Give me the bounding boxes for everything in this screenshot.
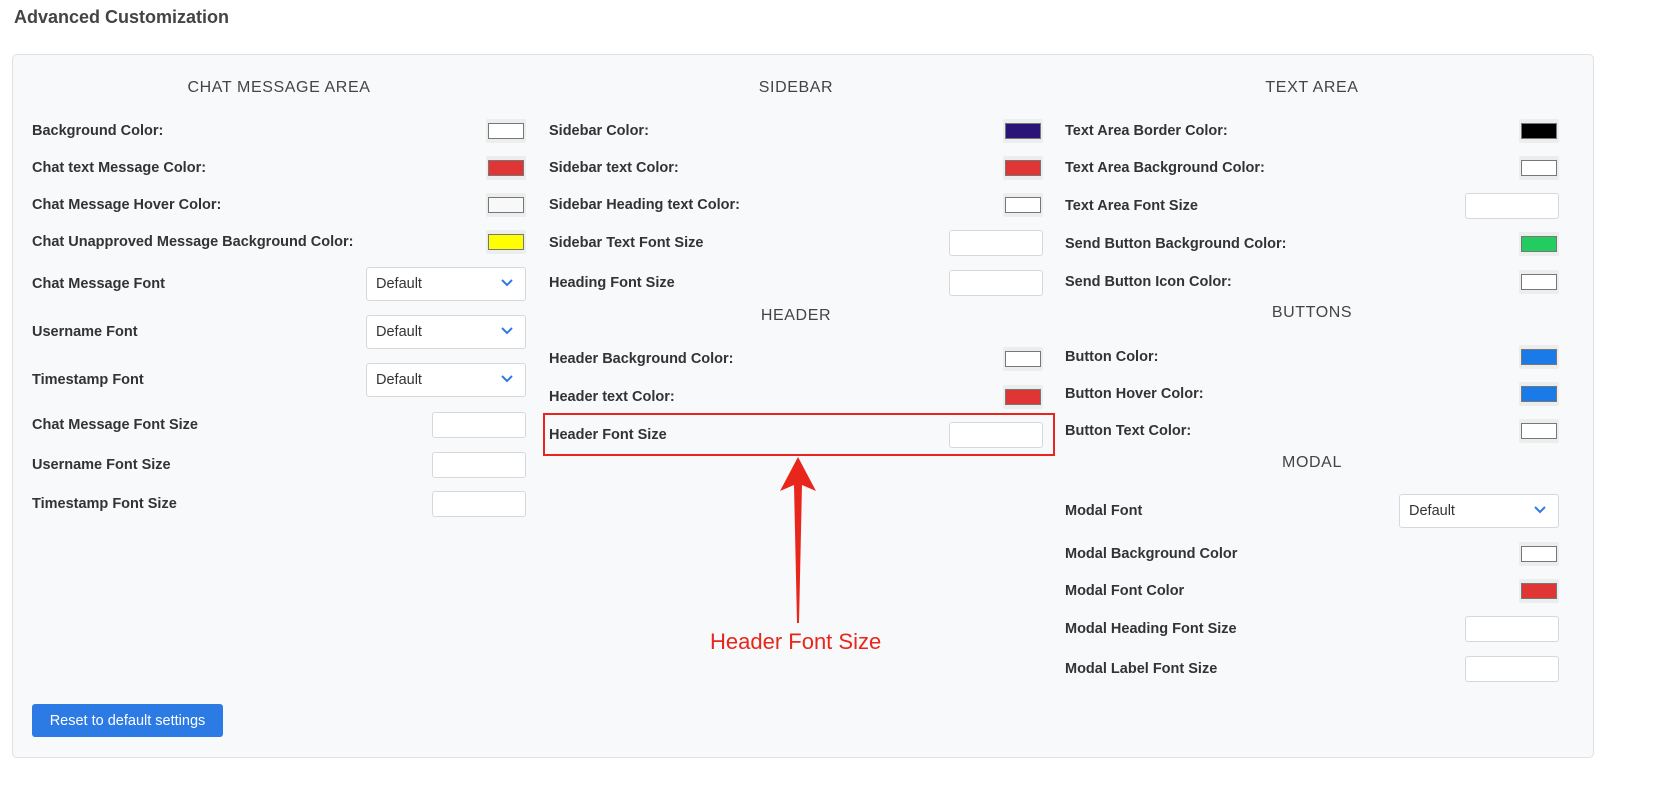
setting-label: Username Font Size bbox=[32, 457, 171, 473]
color-picker[interactable] bbox=[1003, 156, 1043, 180]
color-picker[interactable] bbox=[1003, 119, 1043, 143]
font-select[interactable]: Default bbox=[366, 315, 526, 349]
chevron-down-icon bbox=[501, 375, 513, 383]
color-swatch bbox=[488, 123, 524, 139]
font-size-input[interactable] bbox=[1465, 193, 1559, 219]
color-picker[interactable] bbox=[1519, 419, 1559, 443]
setting-label: Sidebar Text Font Size bbox=[549, 235, 704, 251]
setting-label: Text Area Background Color: bbox=[1065, 160, 1265, 176]
color-swatch bbox=[1521, 546, 1557, 562]
font-size-input[interactable] bbox=[432, 491, 526, 517]
setting-label: Modal Heading Font Size bbox=[1065, 621, 1237, 637]
color-picker[interactable] bbox=[1003, 385, 1043, 409]
setting-label: Modal Font Color bbox=[1065, 583, 1185, 599]
setting-label: Chat text Message Color: bbox=[32, 160, 207, 176]
annotation-label: Header Font Size bbox=[710, 629, 882, 654]
color-swatch bbox=[488, 197, 524, 213]
section-heading-sidebar: SIDEBAR bbox=[758, 79, 834, 96]
color-picker[interactable] bbox=[1519, 156, 1559, 180]
arrow-up-icon bbox=[780, 457, 816, 623]
section-heading-modal: MODAL bbox=[1282, 454, 1342, 471]
setting-label: Heading Font Size bbox=[549, 275, 675, 291]
color-picker[interactable] bbox=[486, 193, 526, 217]
font-size-input[interactable] bbox=[949, 230, 1043, 256]
setting-label: Modal Label Font Size bbox=[1065, 661, 1218, 677]
color-picker[interactable] bbox=[1519, 119, 1559, 143]
color-picker[interactable] bbox=[486, 230, 526, 254]
color-swatch bbox=[1521, 386, 1557, 402]
color-picker[interactable] bbox=[486, 156, 526, 180]
font-size-input[interactable] bbox=[432, 452, 526, 478]
setting-label: Timestamp Font Size bbox=[32, 496, 177, 512]
select-value: Default bbox=[376, 372, 422, 388]
font-select[interactable]: Default bbox=[1399, 494, 1559, 528]
color-swatch bbox=[1521, 423, 1557, 439]
select-value: Default bbox=[1409, 503, 1455, 519]
setting-label: Modal Background Color bbox=[1065, 546, 1238, 562]
setting-label: Timestamp Font bbox=[32, 372, 144, 388]
font-size-input[interactable] bbox=[1465, 656, 1559, 682]
section-heading-text-area: TEXT AREA bbox=[1265, 79, 1359, 96]
setting-label: Button Color: bbox=[1065, 349, 1159, 365]
color-swatch bbox=[1521, 123, 1557, 139]
color-swatch bbox=[1005, 351, 1041, 367]
color-picker[interactable] bbox=[1003, 193, 1043, 217]
color-picker[interactable] bbox=[1519, 232, 1559, 256]
highlight-box bbox=[543, 413, 1055, 456]
color-picker[interactable] bbox=[486, 119, 526, 143]
section-heading-buttons: BUTTONS bbox=[1271, 304, 1353, 321]
setting-label: Button Text Color: bbox=[1065, 423, 1192, 439]
font-select[interactable]: Default bbox=[366, 363, 526, 397]
color-swatch bbox=[1005, 123, 1041, 139]
color-picker[interactable] bbox=[1519, 345, 1559, 369]
setting-label: Header text Color: bbox=[549, 389, 675, 405]
page-title: Advanced Customization bbox=[14, 7, 230, 27]
select-value: Default bbox=[376, 276, 422, 292]
color-swatch bbox=[1005, 389, 1041, 405]
font-size-input[interactable] bbox=[949, 270, 1043, 296]
setting-label: Button Hover Color: bbox=[1065, 386, 1204, 402]
setting-label: Chat Message Font bbox=[32, 276, 165, 292]
color-swatch bbox=[1521, 236, 1557, 252]
setting-label: Chat Message Hover Color: bbox=[32, 197, 222, 213]
color-swatch bbox=[488, 234, 524, 250]
setting-label: Text Area Font Size bbox=[1065, 198, 1198, 214]
setting-label: Send Button Background Color: bbox=[1065, 236, 1287, 252]
color-swatch bbox=[1521, 160, 1557, 176]
section-heading-header: HEADER bbox=[760, 307, 832, 324]
font-size-input[interactable] bbox=[1465, 616, 1559, 642]
font-select[interactable]: Default bbox=[366, 267, 526, 301]
setting-label: Sidebar Heading text Color: bbox=[549, 197, 740, 213]
color-swatch bbox=[1521, 349, 1557, 365]
color-picker[interactable] bbox=[1519, 270, 1559, 294]
color-picker[interactable] bbox=[1003, 347, 1043, 371]
chevron-down-icon bbox=[1534, 506, 1546, 514]
color-picker[interactable] bbox=[1519, 382, 1559, 406]
reset-button[interactable]: Reset to default settings bbox=[32, 704, 223, 737]
setting-label: Sidebar text Color: bbox=[549, 160, 679, 176]
setting-label: Send Button Icon Color: bbox=[1065, 274, 1232, 290]
setting-label: Username Font bbox=[32, 324, 138, 340]
setting-label: Sidebar Color: bbox=[549, 123, 649, 139]
setting-label: Chat Message Font Size bbox=[32, 417, 198, 433]
color-swatch bbox=[1521, 274, 1557, 290]
setting-label: Chat Unapproved Message Background Color… bbox=[32, 234, 354, 250]
setting-label: Modal Font bbox=[1065, 503, 1143, 519]
setting-label: Text Area Border Color: bbox=[1065, 123, 1228, 139]
column-text-area-buttons-modal: TEXT AREA Text Area Border Color: Text Are… bbox=[1065, 55, 1559, 757]
color-picker[interactable] bbox=[1519, 542, 1559, 566]
color-swatch bbox=[1005, 197, 1041, 213]
setting-label: Header Background Color: bbox=[549, 351, 734, 367]
chevron-down-icon bbox=[501, 279, 513, 287]
color-picker[interactable] bbox=[1519, 579, 1559, 603]
setting-label: Background Color: bbox=[32, 123, 164, 139]
section-heading-chat-message-area: CHAT MESSAGE AREA bbox=[187, 79, 371, 96]
color-swatch bbox=[1005, 160, 1041, 176]
column-chat-message-area: CHAT MESSAGE AREA Background Color: Chat t… bbox=[32, 55, 526, 757]
color-swatch bbox=[1521, 583, 1557, 599]
font-size-input[interactable] bbox=[432, 412, 526, 438]
chevron-down-icon bbox=[501, 327, 513, 335]
select-value: Default bbox=[376, 324, 422, 340]
color-swatch bbox=[488, 160, 524, 176]
